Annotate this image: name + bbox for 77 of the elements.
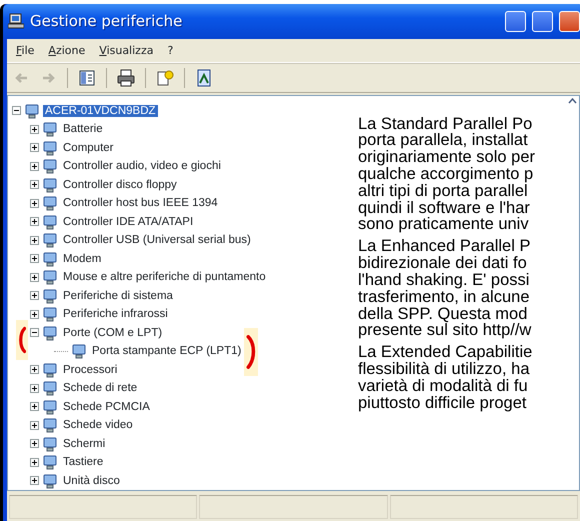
expander-button[interactable] xyxy=(30,402,39,412)
expander-button[interactable] xyxy=(30,162,39,171)
device-icon xyxy=(42,214,58,230)
expander-button[interactable] xyxy=(30,143,39,152)
close-button[interactable] xyxy=(559,10,580,32)
paragraph: La Extended Capabilitie flessibilità di utilizzo, ha varietà di modalità di fu piuttosto difficile proget xyxy=(358,344,534,412)
bracket-mark xyxy=(244,328,258,376)
expander-button[interactable] xyxy=(30,384,39,393)
menu-item[interactable]: File xyxy=(9,42,42,58)
device-icon xyxy=(42,398,58,415)
tree-item[interactable]: Schede di rete xyxy=(61,382,140,394)
device-icon xyxy=(42,158,58,174)
device-icon xyxy=(42,417,58,434)
expander-button[interactable] xyxy=(30,439,39,448)
device-icon xyxy=(42,324,58,341)
expander-button[interactable] xyxy=(30,272,39,282)
tree-item[interactable]: Schermi xyxy=(61,438,108,450)
tree-item[interactable]: Processori xyxy=(61,364,120,376)
tree-item[interactable]: Controller IDE ATA/ATAPI xyxy=(61,216,196,228)
tree-item[interactable]: Controller host bus IEEE 1394 xyxy=(61,197,220,210)
device-icon xyxy=(42,250,58,267)
tree-item[interactable]: Controller disco floppy xyxy=(61,178,179,191)
expander-button[interactable] xyxy=(30,458,39,467)
expander-button[interactable] xyxy=(30,254,39,264)
tree-item[interactable]: Modem xyxy=(61,252,104,265)
expander-button[interactable] xyxy=(30,217,39,226)
device-icon xyxy=(24,102,40,119)
tree-item[interactable]: Unità disco xyxy=(61,474,122,487)
tree-item[interactable]: Mouse e altre periferiche di puntamento xyxy=(61,271,268,284)
expander-button[interactable] xyxy=(30,236,39,245)
tree-item[interactable]: Periferiche infrarossi xyxy=(61,308,170,320)
printer-icon[interactable] xyxy=(115,66,137,88)
expander-button[interactable] xyxy=(30,310,39,319)
expander-button[interactable] xyxy=(30,476,39,486)
device-icon xyxy=(42,362,58,378)
paragraph: La Enhanced Parallel P bidirezionale dei dati fo l'hand shaking. E' possi trasferimento, in alcune della SPP. Questa mod presente sul sito http//w xyxy=(358,238,532,340)
expander-button[interactable] xyxy=(12,106,21,116)
tree-item[interactable]: Controller USB (Universal serial bus) xyxy=(61,234,253,246)
paragraph: La Standard Parallel Po porta parallela, installat originariamente solo per qualche accorgimento p altri tipi di porta parallel quindi il software e l'har sono praticamente univ xyxy=(358,116,536,234)
device-icon xyxy=(42,436,58,452)
tree-item[interactable]: Porte (COM e LPT) xyxy=(61,326,164,339)
tree-item[interactable]: ACER-01VDCN9BDZ xyxy=(43,104,158,117)
tree-item[interactable]: Porta stampante ECP (LPT1) xyxy=(90,345,244,358)
window-title: Gestione periferiche xyxy=(30,12,184,30)
expander-button[interactable] xyxy=(30,124,39,134)
tree-item[interactable]: Periferiche di sistema xyxy=(61,290,175,302)
device-icon xyxy=(42,288,58,304)
menu-item[interactable]: ? xyxy=(160,42,180,58)
device-icon xyxy=(42,269,58,286)
device-icon xyxy=(42,176,58,193)
tree-item[interactable]: Computer xyxy=(61,142,116,154)
device-icon xyxy=(42,306,58,322)
device-icon xyxy=(42,454,58,470)
bracket-mark xyxy=(16,320,28,360)
expander-button[interactable] xyxy=(30,420,39,430)
menu-item[interactable]: Azione xyxy=(41,42,92,58)
menu-item[interactable]: Visualizza xyxy=(92,42,160,58)
expander-button[interactable] xyxy=(30,198,39,208)
expander-button[interactable] xyxy=(30,180,39,190)
expander-button[interactable] xyxy=(30,365,39,374)
maximize-button[interactable] xyxy=(532,10,553,32)
tree-item[interactable]: Schede video xyxy=(61,419,135,432)
device-icon xyxy=(71,343,87,360)
minimize-button[interactable] xyxy=(505,10,526,32)
tree-item[interactable]: Batterie xyxy=(61,123,105,136)
device-icon xyxy=(42,380,58,396)
tree-item[interactable]: Schede PCMCIA xyxy=(61,400,152,413)
device-icon xyxy=(42,195,58,212)
computer-icon xyxy=(8,13,24,30)
device-icon xyxy=(42,472,58,489)
device-icon xyxy=(42,121,58,138)
tree-item[interactable]: Controller audio, video e giochi xyxy=(61,160,223,172)
device-icon xyxy=(42,140,58,156)
tree-item[interactable]: Tastiere xyxy=(61,456,106,468)
expander-button[interactable] xyxy=(30,328,39,338)
expander-button[interactable] xyxy=(30,291,39,300)
device-icon xyxy=(42,232,58,248)
